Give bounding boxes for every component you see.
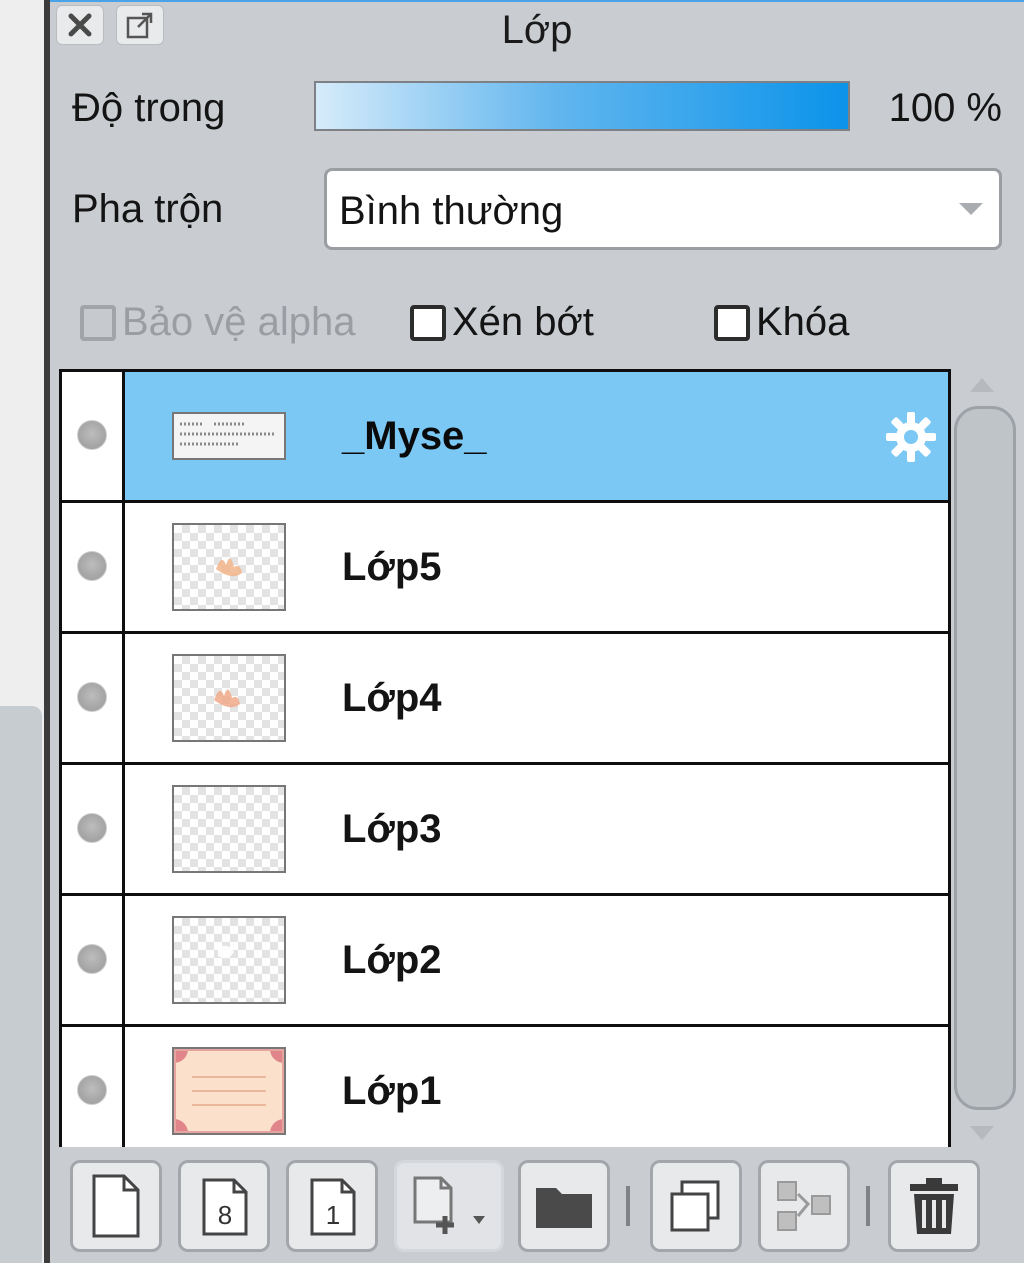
visibility-toggle[interactable] bbox=[62, 896, 125, 1024]
visibility-toggle[interactable] bbox=[62, 634, 125, 762]
left-window-edge bbox=[0, 0, 44, 1263]
gear-icon[interactable] bbox=[884, 410, 938, 464]
blend-mode-dropdown[interactable]: Bình thường bbox=[324, 168, 1002, 250]
protect-alpha-label: Bảo vệ alpha bbox=[122, 300, 356, 344]
layer-row-lop2[interactable]: Lớp2 bbox=[62, 896, 948, 1027]
duplicate-layer-icon bbox=[670, 1180, 720, 1232]
opacity-label: Độ trong bbox=[72, 86, 226, 130]
add-layer-menu-button[interactable] bbox=[394, 1160, 504, 1252]
visibility-dot-icon bbox=[77, 420, 107, 450]
visibility-dot-icon bbox=[77, 813, 107, 843]
visibility-dot-icon bbox=[77, 551, 107, 581]
layer-toolbar: 8 1 bbox=[50, 1148, 1024, 1263]
layer-name: Lớp3 bbox=[342, 807, 442, 851]
opacity-slider[interactable] bbox=[314, 81, 850, 131]
lock-label: Khóa bbox=[756, 300, 850, 344]
layer-thumbnail bbox=[172, 785, 286, 873]
panel-titlebar: Lớp bbox=[50, 2, 1024, 56]
layer-row-myse[interactable]: _Myse_ bbox=[62, 372, 948, 503]
new-1bit-layer-button[interactable]: 1 bbox=[286, 1160, 378, 1252]
panel-title: Lớp bbox=[501, 8, 573, 52]
folder-icon bbox=[536, 1188, 592, 1228]
sketch-thumbnail-icon bbox=[216, 558, 242, 577]
clipping-checkbox[interactable]: Xén bớt bbox=[410, 300, 594, 345]
lock-checkbox[interactable]: Khóa bbox=[714, 300, 849, 345]
left-window-lower-panel bbox=[0, 706, 42, 1263]
duplicate-layer-button[interactable] bbox=[650, 1160, 742, 1252]
layer-row-lop4[interactable]: Lớp4 bbox=[62, 634, 948, 765]
merge-down-icon bbox=[777, 1181, 831, 1231]
visibility-toggle[interactable] bbox=[62, 503, 125, 631]
text-thumbnail-icon bbox=[180, 422, 276, 446]
toolbar-separator bbox=[626, 1186, 630, 1226]
svg-text:1: 1 bbox=[326, 1200, 340, 1230]
layer-list-scrollbar[interactable] bbox=[954, 406, 1016, 1110]
layer-thumbnail bbox=[172, 916, 286, 1004]
visibility-toggle[interactable] bbox=[62, 372, 125, 500]
trash-icon bbox=[910, 1178, 958, 1234]
blend-mode-value: Bình thường bbox=[339, 189, 564, 233]
delete-layer-button[interactable] bbox=[888, 1160, 980, 1252]
new-layer-icon bbox=[92, 1174, 140, 1238]
layer-row-lop5[interactable]: Lớp5 bbox=[62, 503, 948, 634]
protect-alpha-checkbox[interactable]: Bảo vệ alpha bbox=[80, 300, 356, 345]
merge-layer-button[interactable] bbox=[758, 1160, 850, 1252]
layer-row-lop1[interactable]: Lớp1 bbox=[62, 1027, 948, 1147]
layer-name: Lớp1 bbox=[342, 1069, 442, 1113]
layer-thumbnail bbox=[172, 412, 286, 460]
chevron-down-icon bbox=[959, 203, 983, 215]
new-8bit-layer-button[interactable]: 8 bbox=[178, 1160, 270, 1252]
layer-name: Lớp2 bbox=[342, 938, 442, 982]
layer-name: _Myse_ bbox=[342, 414, 487, 458]
visibility-toggle[interactable] bbox=[62, 1027, 125, 1147]
add-layer-menu-icon bbox=[413, 1176, 485, 1234]
layer-list: _Myse_ Lớp5 Lớp4 Lớp3 Lớp2 Lớp1 bbox=[59, 369, 951, 1147]
scroll-down-arrow-icon[interactable] bbox=[970, 1126, 994, 1140]
checkbox-box bbox=[714, 304, 750, 341]
visibility-toggle[interactable] bbox=[62, 765, 125, 893]
sketch-thumbnail-icon bbox=[218, 945, 234, 959]
scroll-up-arrow-icon[interactable] bbox=[970, 378, 994, 392]
layer-panel: Lớp Độ trong 100 % Pha trộn Bình thường … bbox=[50, 2, 1024, 1263]
new-layer-button[interactable] bbox=[70, 1160, 162, 1252]
new-8bit-layer-icon: 8 bbox=[202, 1178, 248, 1236]
new-1bit-layer-icon: 1 bbox=[310, 1178, 356, 1236]
visibility-dot-icon bbox=[77, 1075, 107, 1105]
layer-name: Lớp5 bbox=[342, 545, 442, 589]
visibility-dot-icon bbox=[77, 944, 107, 974]
clipping-label: Xén bớt bbox=[452, 300, 594, 344]
checkbox-box bbox=[80, 304, 116, 341]
layer-thumbnail bbox=[172, 654, 286, 742]
paper-thumbnail-icon bbox=[160, 1035, 298, 1147]
layer-name: Lớp4 bbox=[342, 676, 442, 720]
layer-thumbnail bbox=[160, 1035, 298, 1147]
toolbar-separator bbox=[866, 1186, 870, 1226]
checkbox-box bbox=[410, 304, 446, 341]
opacity-value: 100 % bbox=[888, 86, 1002, 130]
layer-row-lop3[interactable]: Lớp3 bbox=[62, 765, 948, 896]
svg-text:8: 8 bbox=[218, 1200, 232, 1230]
blend-mode-label: Pha trộn bbox=[72, 187, 224, 231]
sketch-thumbnail-icon bbox=[214, 689, 240, 708]
new-folder-button[interactable] bbox=[518, 1160, 610, 1252]
layer-thumbnail bbox=[172, 523, 286, 611]
visibility-dot-icon bbox=[77, 682, 107, 712]
